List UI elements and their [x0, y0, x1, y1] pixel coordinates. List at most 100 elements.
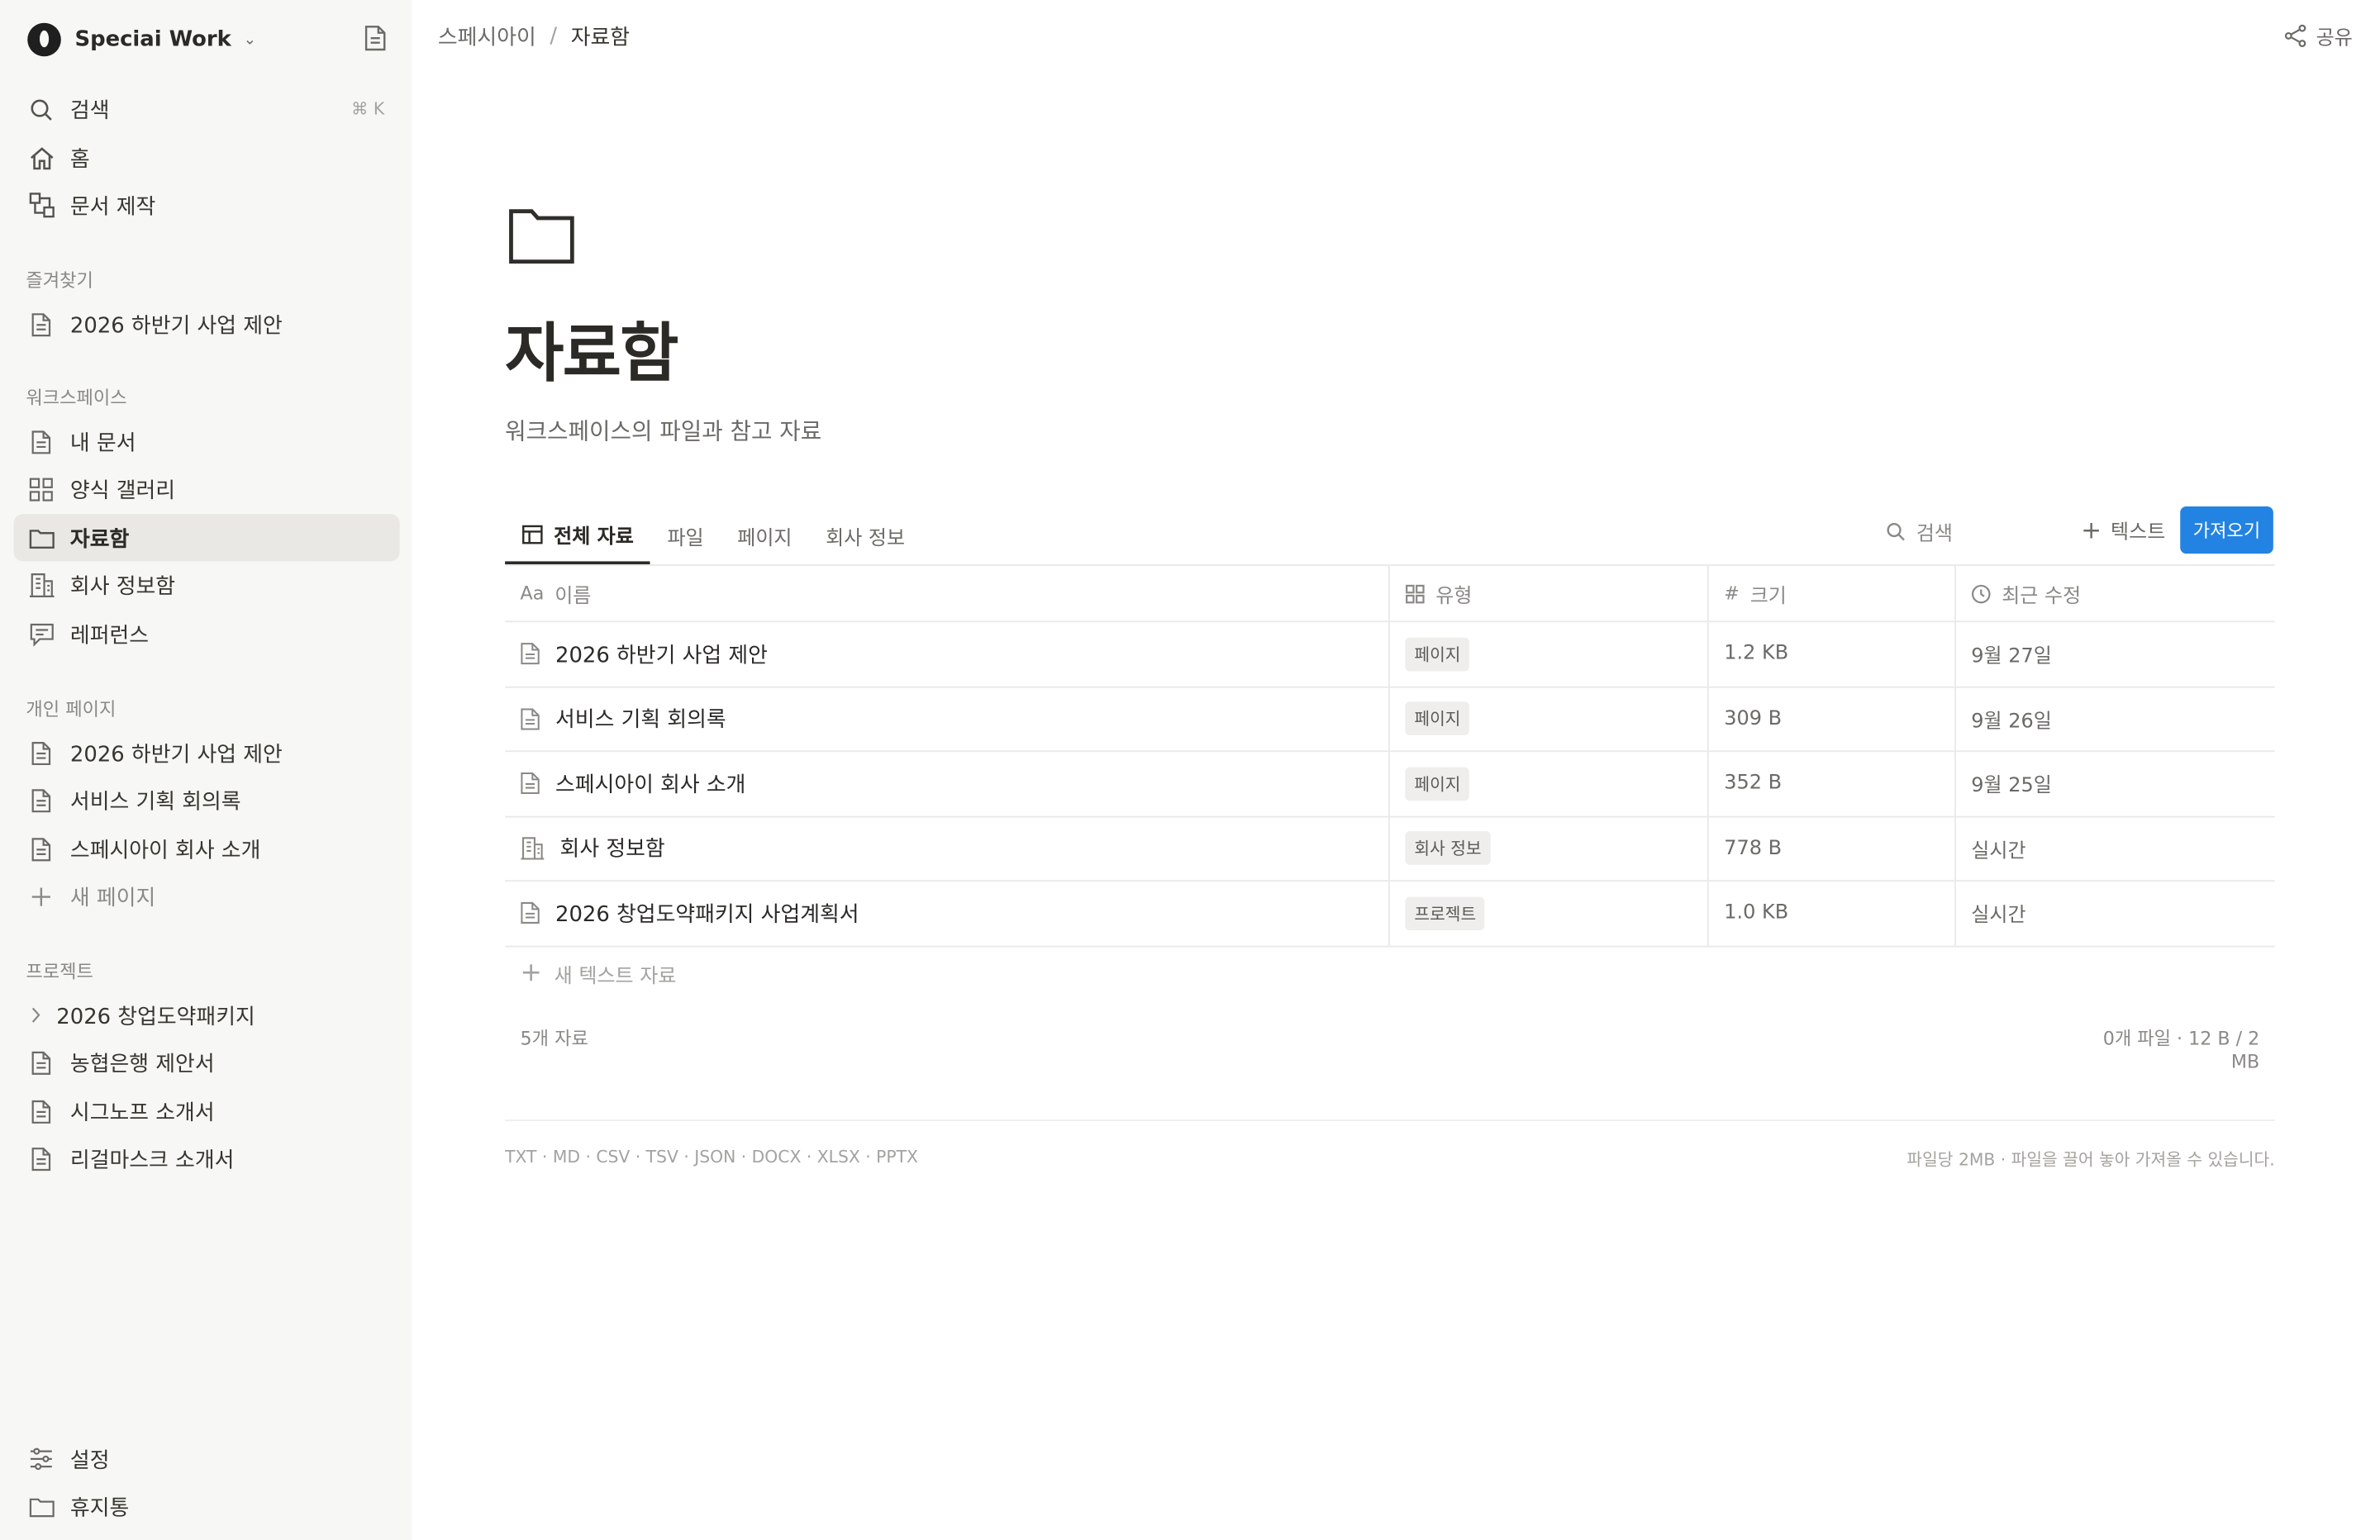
- clock-icon: [1971, 583, 1991, 603]
- sidebar-item-trash[interactable]: 휴지통: [14, 1483, 400, 1530]
- sidebar-item-home[interactable]: 홈: [14, 134, 400, 181]
- cell-type: 페이지: [1390, 622, 1709, 686]
- cell-modified: 실시간: [1971, 905, 2026, 928]
- page-icon: [521, 902, 540, 925]
- workflow-icon: [27, 192, 55, 219]
- building-icon: [521, 836, 545, 861]
- tab-pages[interactable]: 페이지: [721, 506, 809, 564]
- page-title: 자료함: [505, 316, 678, 391]
- section-projects: 프로젝트: [26, 961, 93, 982]
- cell-name: 2026 창업도약패키지 사업계획서: [505, 882, 1390, 945]
- sidebar-item-favorite[interactable]: 2026 하반기 사업 제안: [14, 301, 400, 348]
- page-icon: [521, 643, 540, 666]
- page-icon: [27, 787, 55, 814]
- sidebar-item-search[interactable]: 검색 ⌘ K: [14, 85, 400, 132]
- cell-size: 309 B: [1709, 687, 1956, 751]
- grid-icon: [27, 475, 55, 502]
- chevron-right-icon[interactable]: [27, 1001, 42, 1029]
- type-badge: 회사 정보: [1405, 831, 1491, 866]
- sidebar: Speciai Work ⌄ 검색 ⌘ K 홈 문서 제작 즐겨찾기 2026 …: [0, 0, 412, 1540]
- page-icon: [27, 1097, 55, 1124]
- sidebar-item-my-docs[interactable]: 내 문서: [14, 418, 400, 465]
- sidebar-item-docgen[interactable]: 문서 제작: [14, 182, 400, 229]
- sidebar-item-project-4[interactable]: 리걸마스크 소개서: [14, 1135, 400, 1182]
- sidebar-item-templates[interactable]: 양식 갤러리: [14, 465, 400, 512]
- column-type[interactable]: 유형: [1390, 565, 1709, 621]
- section-personal: 개인 페이지: [26, 698, 117, 720]
- main-content: 스페시아이 / 자료함 공유 자료함 워크스페이스의 파일과 참고 자료 전체 …: [412, 0, 2380, 1540]
- cell-type: 회사 정보: [1390, 816, 1709, 881]
- page-icon: [521, 707, 540, 730]
- folder-icon: [27, 1493, 55, 1520]
- column-modified[interactable]: 최근 수정: [1956, 566, 2275, 620]
- type-badge: 페이지: [1405, 767, 1470, 801]
- table-row[interactable]: 스페시아이 회사 소개 페이지 352 B 9월 25일: [505, 752, 2275, 817]
- text-type-icon: Aa: [520, 582, 545, 605]
- sidebar-item-personal-1[interactable]: 2026 하반기 사업 제안: [14, 729, 400, 776]
- share-button[interactable]: 공유: [2284, 21, 2353, 50]
- table-row[interactable]: 2026 하반기 사업 제안 페이지 1.2 KB 9월 27일: [505, 622, 2275, 687]
- breadcrumb-separator: /: [550, 24, 558, 50]
- sidebar-item-personal-2[interactable]: 서비스 기획 회의록: [14, 777, 400, 824]
- divider: [505, 1119, 2275, 1121]
- sidebar-new-page[interactable]: 새 페이지: [14, 872, 400, 920]
- column-name[interactable]: Aa 이름: [505, 565, 1390, 621]
- breadcrumb-current: 자료함: [570, 26, 631, 50]
- share-icon: [2285, 24, 2306, 48]
- plus-icon: [27, 882, 55, 910]
- cell-modified: 9월 26일: [1971, 710, 2052, 734]
- storage-usage: 0개 파일 · 12 B / 2 MB: [2102, 1028, 2260, 1072]
- search-input[interactable]: 검색: [1886, 516, 2054, 546]
- table-header: Aa 이름 유형 # 크기 최근 수정: [505, 565, 2275, 623]
- sidebar-item-library[interactable]: 자료함: [13, 514, 400, 562]
- page-icon: [521, 772, 540, 796]
- add-text-button[interactable]: + 텍스트: [2081, 516, 2165, 544]
- column-size[interactable]: # 크기: [1709, 565, 1956, 621]
- sidebar-item-settings[interactable]: 설정: [14, 1435, 400, 1482]
- comment-icon: [27, 620, 55, 647]
- type-badge: 페이지: [1405, 637, 1470, 671]
- page-icon: [27, 428, 55, 455]
- number-icon: #: [1724, 582, 1740, 605]
- plus-icon: +: [2081, 516, 2102, 545]
- folder-icon: [508, 207, 575, 272]
- type-badge: 프로젝트: [1405, 896, 1486, 930]
- new-document-icon[interactable]: [363, 25, 390, 55]
- table-icon: [521, 524, 543, 544]
- sidebar-item-company-info[interactable]: 회사 정보함: [14, 561, 400, 608]
- sidebar-item-project-2[interactable]: 농협은행 제안서: [14, 1039, 400, 1086]
- import-button[interactable]: 가져오기: [2180, 506, 2273, 554]
- home-icon: [27, 144, 55, 171]
- sidebar-item-personal-3[interactable]: 스페시아이 회사 소개: [14, 825, 400, 872]
- sidebar-item-project-1[interactable]: 2026 창업도약패키지: [14, 991, 400, 1039]
- section-favorites: 즐겨찾기: [26, 269, 93, 292]
- cell-modified: 9월 27일: [1971, 645, 2052, 669]
- cell-name: 2026 하반기 사업 제안: [505, 622, 1390, 686]
- tab-all[interactable]: 전체 자료: [505, 506, 651, 565]
- upload-limits: 파일당 2MB · 파일을 끌어 놓아 가져올 수 있습니다.: [1906, 1150, 2275, 1171]
- chevron-down-icon: ⌄: [243, 31, 257, 49]
- breadcrumb-parent[interactable]: 스페시아이: [438, 21, 536, 52]
- tab-files[interactable]: 파일: [650, 506, 721, 564]
- type-badge: 페이지: [1405, 701, 1470, 736]
- cell-size: 352 B: [1709, 752, 1956, 815]
- tab-company-info[interactable]: 회사 정보: [809, 506, 922, 564]
- cell-name: 스페시아이 회사 소개: [505, 752, 1390, 815]
- cell-name: 회사 정보함: [505, 816, 1390, 881]
- tab-bar: 전체 자료 파일 페이지 회사 정보: [505, 506, 922, 565]
- workspace-switcher[interactable]: Speciai Work ⌄: [27, 21, 256, 58]
- cell-size: 1.2 KB: [1709, 622, 1956, 686]
- table-row[interactable]: 서비스 기획 회의록 페이지 309 B 9월 26일: [505, 687, 2275, 753]
- table-row[interactable]: 2026 창업도약패키지 사업계획서 프로젝트 1.0 KB 실시간: [505, 882, 2275, 947]
- sidebar-item-reference[interactable]: 레퍼런스: [14, 610, 400, 657]
- new-text-item-button[interactable]: + 새 텍스트 자료: [521, 958, 677, 988]
- page-description: 워크스페이스의 파일과 참고 자료: [505, 417, 822, 446]
- grid-icon: [1405, 583, 1425, 603]
- sidebar-item-project-3[interactable]: 시그노프 소개서: [14, 1087, 400, 1134]
- sliders-icon: [27, 1445, 55, 1472]
- table-row[interactable]: 회사 정보함 회사 정보 778 B 실시간: [505, 816, 2275, 882]
- page-icon: [27, 739, 55, 766]
- share-label: 공유: [2316, 27, 2353, 50]
- cell-type: 페이지: [1390, 752, 1709, 815]
- cell-type: 페이지: [1390, 687, 1709, 751]
